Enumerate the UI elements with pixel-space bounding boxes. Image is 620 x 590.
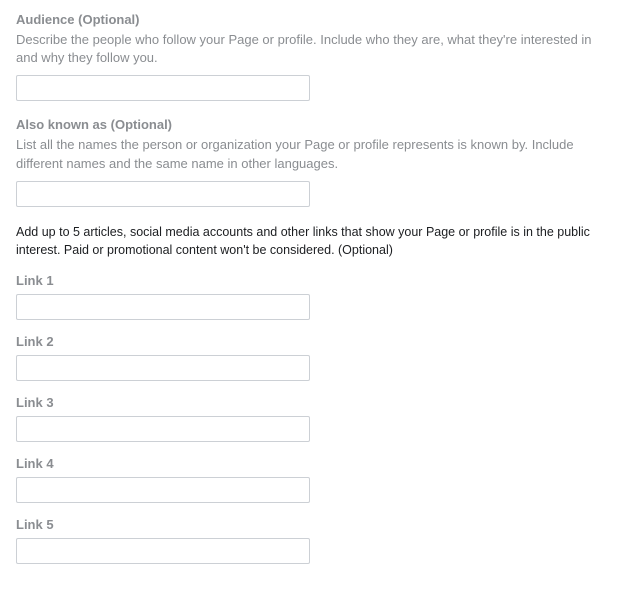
also-known-as-description: List all the names the person or organiz… — [16, 136, 604, 172]
link-1-input[interactable] — [16, 294, 310, 320]
link-5-input[interactable] — [16, 538, 310, 564]
link-3-input[interactable] — [16, 416, 310, 442]
link-4-label: Link 4 — [16, 456, 604, 471]
link-field-1: Link 1 — [16, 273, 604, 320]
links-intro-text: Add up to 5 articles, social media accou… — [16, 223, 604, 259]
audience-input[interactable] — [16, 75, 310, 101]
link-field-2: Link 2 — [16, 334, 604, 381]
also-known-as-input[interactable] — [16, 181, 310, 207]
link-field-5: Link 5 — [16, 517, 604, 564]
also-known-as-heading: Also known as (Optional) — [16, 117, 604, 132]
audience-section: Audience (Optional) Describe the people … — [16, 12, 604, 101]
also-known-as-section: Also known as (Optional) List all the na… — [16, 117, 604, 206]
link-field-3: Link 3 — [16, 395, 604, 442]
link-2-input[interactable] — [16, 355, 310, 381]
link-4-input[interactable] — [16, 477, 310, 503]
link-3-label: Link 3 — [16, 395, 604, 410]
link-5-label: Link 5 — [16, 517, 604, 532]
audience-description: Describe the people who follow your Page… — [16, 31, 604, 67]
link-2-label: Link 2 — [16, 334, 604, 349]
link-field-4: Link 4 — [16, 456, 604, 503]
audience-heading: Audience (Optional) — [16, 12, 604, 27]
link-1-label: Link 1 — [16, 273, 604, 288]
